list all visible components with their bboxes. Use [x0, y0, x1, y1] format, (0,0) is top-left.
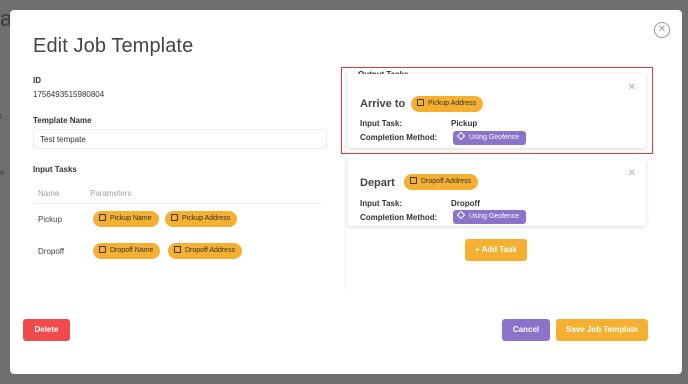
- remove-task-icon[interactable]: ✕: [628, 168, 636, 179]
- table-divider: [33, 203, 321, 204]
- input-task-name: Pickup: [38, 215, 63, 224]
- building-icon: [171, 214, 178, 221]
- template-name-label: Template Name: [33, 116, 92, 125]
- parameter-chip[interactable]: Pickup Address: [165, 211, 238, 227]
- background-text: e: [0, 168, 5, 177]
- geofence-icon: [456, 210, 466, 220]
- home-icon: [174, 246, 181, 253]
- input-task-name: Dropoff: [38, 247, 65, 256]
- completion-method-label: Completion Method:: [360, 213, 438, 222]
- add-task-button[interactable]: + Add Task: [465, 239, 527, 261]
- input-tasks-label: Input Tasks: [33, 165, 77, 174]
- modal-title: Edit Job Template: [33, 35, 194, 57]
- home-icon: [410, 177, 417, 184]
- close-icon[interactable]: ✕: [654, 22, 670, 38]
- background-text: t -: [0, 112, 8, 121]
- input-task-value: Dropoff: [451, 199, 480, 208]
- column-header-name: Name: [38, 189, 60, 198]
- highlight-box: [341, 67, 653, 154]
- home-icon: [99, 246, 106, 253]
- parameter-chip[interactable]: Dropoff Address: [168, 243, 243, 259]
- column-header-parameters: Parameters: [90, 189, 132, 198]
- save-job-template-button[interactable]: Save Job Template: [556, 319, 648, 341]
- parameter-chip[interactable]: Pickup Name: [93, 211, 159, 227]
- id-value: 1756493515980804: [33, 90, 105, 99]
- output-task-title: Depart: [360, 177, 395, 189]
- delete-button[interactable]: Delete: [23, 319, 70, 341]
- building-icon: [99, 214, 106, 221]
- output-task-chip[interactable]: Dropoff Address: [404, 174, 479, 190]
- template-name-input[interactable]: Test tempate: [33, 129, 327, 149]
- parameter-chip[interactable]: Dropoff Name: [93, 243, 161, 259]
- id-label: ID: [33, 76, 41, 85]
- input-task-label: Input Task:: [360, 199, 403, 208]
- output-task-card: ✕ Depart Dropoff Address Input Task: Dro…: [348, 160, 646, 226]
- cancel-button[interactable]: Cancel: [502, 319, 550, 341]
- completion-method-chip[interactable]: Using Geofence: [453, 210, 527, 224]
